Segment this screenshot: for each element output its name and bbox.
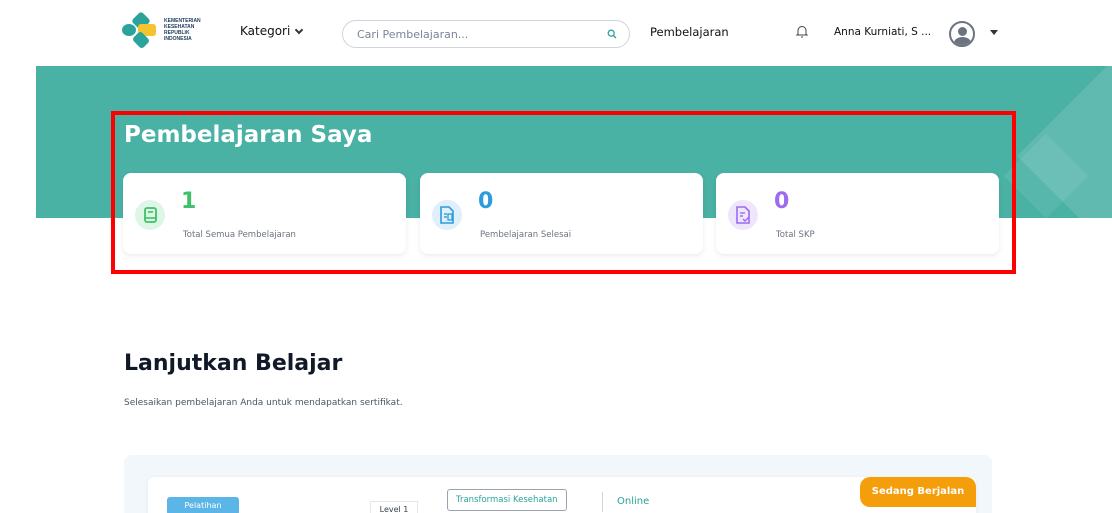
section-title: Lanjutkan Belajar (124, 351, 343, 376)
kategori-label: Kategori (240, 24, 291, 38)
kategori-dropdown[interactable]: Kategori (240, 24, 304, 38)
section-subtitle: Selesaikan pembelajaran Anda untuk menda… (124, 398, 403, 408)
status-badge: Sedang Berjalan (860, 477, 976, 507)
divider (602, 492, 603, 512)
course-type-badge: Pelatihan (167, 497, 239, 513)
highlight-box (111, 111, 1016, 274)
logo-text: KEMENTERIAN KESEHATAN REPUBLIK INDONESIA (164, 18, 201, 42)
caret-down-icon[interactable] (990, 30, 998, 35)
user-avatar-icon[interactable] (949, 21, 975, 47)
chevron-down-icon (295, 25, 304, 34)
search-input[interactable] (343, 21, 583, 47)
nav-pembelajaran[interactable]: Pembelajaran (650, 25, 729, 39)
kemenkes-logo-icon (122, 11, 160, 50)
user-name[interactable]: Anna Kurniati, S ... (834, 26, 931, 38)
top-navbar: KEMENTERIAN KESEHATAN REPUBLIK INDONESIA… (0, 0, 1112, 66)
search-bar (342, 20, 630, 48)
course-tag: Transformasi Kesehatan (447, 489, 567, 511)
bell-icon[interactable] (796, 25, 808, 38)
search-icon[interactable] (607, 29, 617, 39)
course-level-badge: Level 1 (370, 501, 418, 513)
logo[interactable]: KEMENTERIAN KESEHATAN REPUBLIK INDONESIA (122, 11, 208, 50)
course-mode: Online (617, 496, 650, 507)
